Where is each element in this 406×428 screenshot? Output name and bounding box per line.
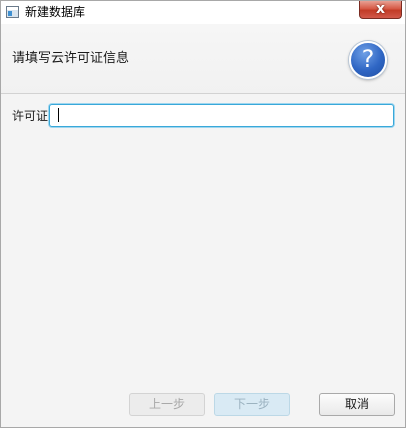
help-glyph: ?: [361, 45, 375, 73]
license-label: 许可证: [12, 109, 49, 123]
next-button[interactable]: 下一步: [214, 393, 290, 416]
dialog-header: 请填写云许可证信息 ?: [1, 24, 405, 94]
license-row: 许可证: [1, 104, 405, 128]
title-bar[interactable]: 新建数据库 x: [1, 1, 405, 24]
window-title: 新建数据库: [25, 5, 86, 19]
close-icon: x: [375, 1, 386, 17]
page-title: 请填写云许可证信息: [12, 51, 130, 66]
window-app-icon: [6, 6, 19, 18]
cancel-button[interactable]: 取消: [319, 393, 395, 416]
new-database-dialog: 新建数据库 x 请填写云许可证信息 ? 许可证 上一步 下一步 取消: [0, 0, 406, 428]
previous-button[interactable]: 上一步: [129, 393, 205, 416]
help-icon: ?: [349, 41, 387, 79]
text-caret: [58, 108, 59, 122]
license-input[interactable]: [49, 104, 394, 127]
close-button[interactable]: x: [359, 1, 402, 19]
